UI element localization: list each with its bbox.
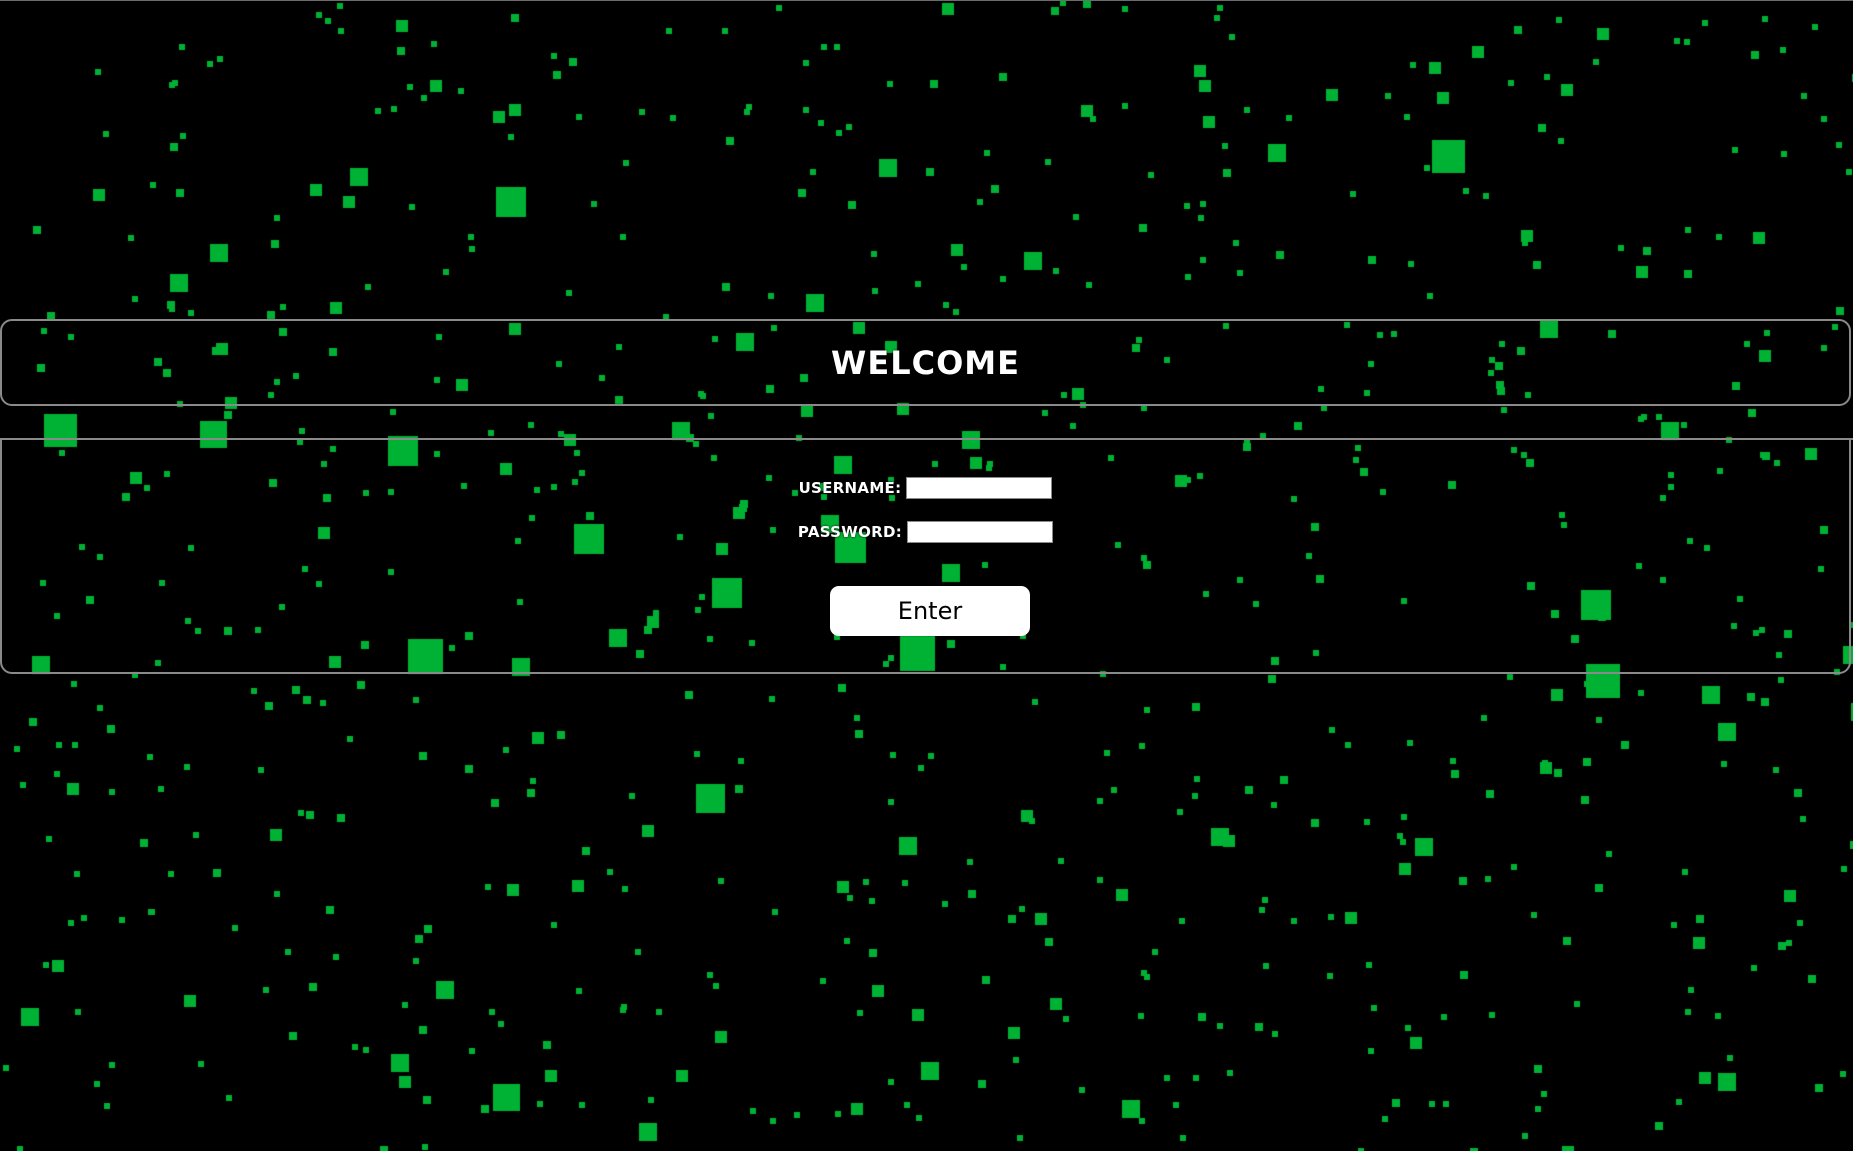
top-border-line: [0, 0, 1853, 1]
username-row: USERNAME:: [2, 477, 1849, 499]
login-form: USERNAME: PASSWORD: Enter: [0, 438, 1851, 674]
welcome-title: WELCOME: [831, 344, 1020, 382]
welcome-header-panel: WELCOME: [0, 319, 1851, 406]
enter-button[interactable]: Enter: [830, 586, 1030, 636]
username-input[interactable]: [906, 477, 1053, 499]
password-input[interactable]: [907, 521, 1054, 543]
password-label: PASSWORD:: [797, 523, 903, 541]
password-row: PASSWORD:: [2, 521, 1849, 543]
username-label: USERNAME:: [798, 479, 902, 497]
